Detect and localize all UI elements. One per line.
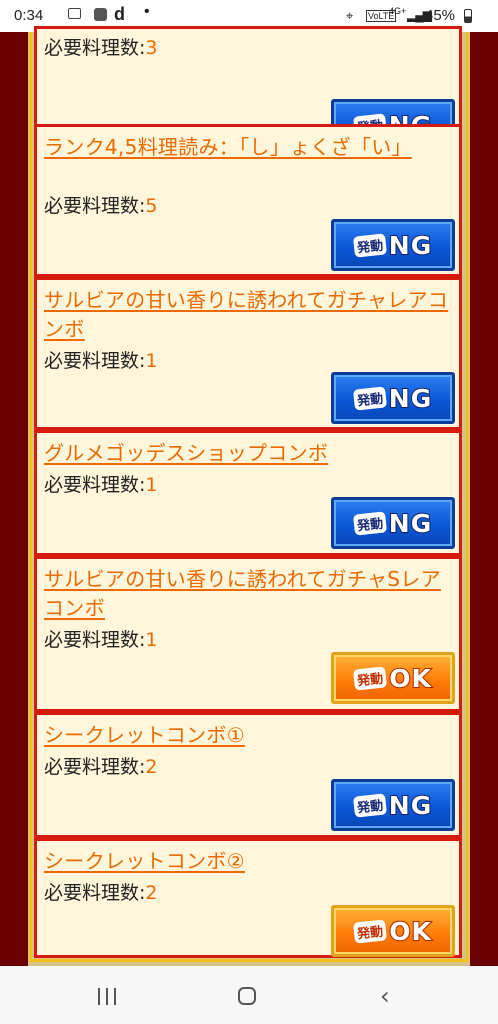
- combo-card: サルビアの甘い香りに誘われてガチャレアコンボ 必要料理数:1 発動 NG: [34, 277, 462, 430]
- activation-badge-ng: 発動 NG: [331, 497, 455, 549]
- gallery-icon: [68, 8, 81, 19]
- combo-list-page[interactable]: 必要料理数:3 発動 NG ランク4,5料理読み：「し」ょくざ「い」 必要料理数…: [0, 26, 498, 966]
- required-dishes-value: 1: [145, 474, 158, 496]
- location-icon: ⌖: [346, 8, 354, 23]
- required-dishes-value: 1: [145, 350, 158, 372]
- d-app-icon: d: [114, 4, 125, 24]
- badge-status: OK: [388, 663, 432, 694]
- required-dishes: 必要料理数:1: [44, 474, 158, 496]
- combo-title-link[interactable]: シークレットコンボ②: [44, 847, 458, 876]
- required-dishes: 必要料理数:3: [44, 37, 158, 59]
- recent-apps-icon[interactable]: [98, 988, 118, 1005]
- combo-title-link[interactable]: シークレットコンボ①: [44, 721, 458, 750]
- combo-card: シークレットコンボ① 必要料理数:2 発動 NG: [34, 712, 462, 838]
- badge-status: NG: [388, 383, 433, 414]
- network-type: 4G+: [389, 6, 407, 16]
- back-icon[interactable]: ‹: [380, 982, 390, 1010]
- badge-activation-label: 発動: [353, 918, 388, 944]
- home-icon[interactable]: [238, 987, 256, 1005]
- required-dishes-value: 2: [145, 756, 158, 778]
- combo-title-link[interactable]: グルメゴッデスショップコンボ: [44, 439, 458, 468]
- battery-percent: 45%: [425, 7, 456, 24]
- activation-badge-ng: 発動 NG: [331, 219, 455, 271]
- activation-badge-ok: 発動 OK: [331, 905, 455, 957]
- required-dishes: 必要料理数:1: [44, 629, 158, 651]
- required-dishes: 必要料理数:1: [44, 350, 158, 372]
- required-dishes: 必要料理数:2: [44, 756, 158, 778]
- required-dishes-value: 3: [145, 37, 158, 59]
- combo-card: シークレットコンボ② 必要料理数:2 発動 OK: [34, 838, 462, 958]
- required-dishes: 必要料理数:5: [44, 195, 158, 217]
- badge-status: OK: [388, 916, 432, 947]
- required-dishes: 必要料理数:2: [44, 882, 158, 904]
- message-icon: [94, 8, 107, 21]
- badge-status: NG: [388, 790, 433, 821]
- notification-dot: •: [144, 3, 150, 20]
- badge-activation-label: 発動: [352, 385, 387, 411]
- badge-status: NG: [388, 230, 433, 261]
- combo-title-link[interactable]: ランク4,5料理読み：「し」ょくざ「い」: [44, 133, 458, 162]
- combo-card: ランク4,5料理読み：「し」ょくざ「い」 必要料理数:5 発動 NG: [34, 124, 462, 277]
- combo-card: サルビアの甘い香りに誘われてガチャSレアコンボ 必要料理数:1 発動 OK: [34, 556, 462, 712]
- battery-icon: [464, 9, 472, 23]
- badge-activation-label: 発動: [353, 665, 388, 691]
- required-dishes-value: 2: [145, 882, 158, 904]
- required-dishes-value: 1: [145, 629, 158, 651]
- navigation-bar: ‹: [0, 966, 498, 1024]
- activation-badge-ng: 発動 NG: [331, 372, 455, 424]
- combo-title-link[interactable]: サルビアの甘い香りに誘われてガチャSレアコンボ: [44, 565, 458, 623]
- badge-status: NG: [388, 508, 433, 539]
- status-time: 0:34: [14, 7, 44, 24]
- combo-card: グルメゴッデスショップコンボ 必要料理数:1 発動 NG: [34, 430, 462, 556]
- combo-title-link[interactable]: サルビアの甘い香りに誘われてガチャレアコンボ: [44, 286, 458, 344]
- activation-badge-ok: 発動 OK: [331, 652, 455, 704]
- required-dishes-value: 5: [145, 195, 158, 217]
- activation-badge-ng: 発動 NG: [331, 779, 455, 831]
- badge-activation-label: 発動: [352, 792, 387, 818]
- badge-activation-label: 発動: [352, 510, 387, 536]
- badge-activation-label: 発動: [352, 232, 387, 258]
